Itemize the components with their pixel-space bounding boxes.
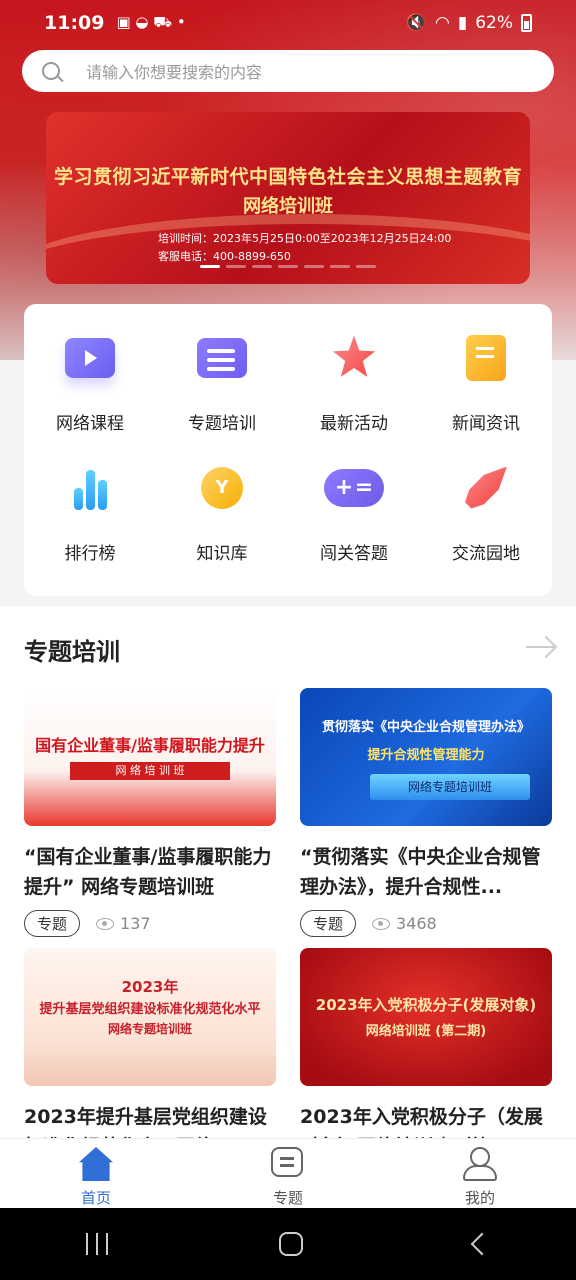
view-count: 3468 (372, 914, 437, 933)
topic-tag: 专题 (24, 910, 81, 937)
lightbulb-icon (201, 466, 243, 509)
mute-icon: 🔇 (405, 13, 427, 33)
back-icon[interactable] (470, 1232, 494, 1256)
course-card[interactable]: 2023年入党积极分子(发展对象) 网络培训班 (第二期) 2023年入党积极分… (300, 948, 552, 1162)
pagination-dot[interactable] (356, 265, 376, 268)
bottom-tab-bar: 首页 专题 我的 (0, 1138, 576, 1208)
star-icon (332, 335, 376, 377)
menu-online-course[interactable]: 网络课程 (24, 304, 156, 434)
menu-community[interactable]: 交流园地 (420, 434, 552, 564)
tab-topic[interactable]: 专题 (192, 1139, 384, 1208)
battery-icon (521, 14, 532, 32)
signal-icon: ▮ (457, 13, 468, 33)
pagination-dot[interactable] (252, 265, 272, 268)
banner-time: 培训时间：2023年5月25日0:00至2023年12月25日24:00 (158, 232, 452, 245)
pagination-dot[interactable] (200, 265, 220, 268)
recent-apps-icon[interactable] (85, 1233, 108, 1255)
menu-knowledge-base[interactable]: 知识库 (156, 434, 288, 564)
menu-label: 新闻资讯 (452, 414, 520, 434)
notification-icons: ▣ ◒ ⛟ • (116, 13, 186, 31)
status-bar: 11:09 ▣ ◒ ⛟ • 🔇 ◠ ▮ 62% (0, 0, 576, 46)
tab-label: 我的 (464, 1189, 495, 1207)
menu-news[interactable]: 新闻资讯 (420, 304, 552, 434)
course-card[interactable]: 贯彻落实《中央企业合规管理办法》 提升合规性管理能力 网络专题培训班 “贯彻落实… (300, 688, 552, 937)
course-thumbnail: 2023年 提升基层党组织建设标准化规范化水平 网络专题培训班 (24, 948, 276, 1086)
menu-topic-training[interactable]: 专题培训 (156, 304, 288, 434)
view-count: 137 (96, 914, 151, 933)
thumb-title: 国有企业董事/监事履职能力提升 (35, 736, 265, 755)
view-count-value: 3468 (396, 914, 437, 933)
banner-pagination[interactable] (200, 265, 376, 268)
thumb-band: 网 络 培 训 班 (70, 762, 230, 780)
course-title: “贯彻落实《中央企业合规管理办法》，提升合规性... (300, 846, 541, 898)
banner-subtitle: 网络培训班 (243, 196, 333, 217)
section-more-arrow-icon[interactable] (526, 634, 556, 660)
course-thumbnail: 国有企业董事/监事履职能力提升 网 络 培 训 班 (24, 688, 276, 826)
topic-icon (271, 1147, 303, 1177)
thumb-band: 网络专题培训班 (107, 1022, 192, 1036)
pagination-dot[interactable] (304, 265, 324, 268)
tab-label: 首页 (80, 1189, 111, 1207)
gamepad-icon: + = (324, 468, 384, 507)
course-title: “国有企业董事/监事履职能力提升” 网络专题培训班 (24, 846, 272, 898)
search-placeholder: 请输入你想要搜索的内容 (86, 63, 263, 82)
menu-label: 网络课程 (56, 414, 124, 434)
pagination-dot[interactable] (226, 265, 246, 268)
eye-icon (372, 917, 391, 930)
video-course-icon (65, 337, 115, 378)
menu-label: 交流园地 (452, 544, 520, 564)
status-right: 🔇 ◠ ▮ 62% (406, 13, 532, 33)
section-title: 专题培训 (24, 638, 120, 666)
menu-label: 闯关答题 (320, 544, 388, 564)
thumb-title: 提升基层党组织建设标准化规范化水平 (39, 1002, 261, 1017)
thumb-year: 2023年 (121, 978, 179, 996)
search-icon (42, 62, 60, 80)
course-card[interactable]: 国有企业董事/监事履职能力提升 网 络 培 训 班 “国有企业董事/监事履职能力… (24, 688, 276, 937)
menu-quiz[interactable]: + = 闯关答题 (288, 434, 420, 564)
quick-menu: 网络课程 专题培训 最新活动 新闻资讯 排行榜 知识库 += 闯关答题 交流园地 (24, 304, 552, 596)
home-button-icon[interactable] (278, 1232, 303, 1256)
menu-label: 知识库 (196, 544, 248, 564)
course-thumbnail: 贯彻落实《中央企业合规管理办法》 提升合规性管理能力 网络专题培训班 (300, 688, 552, 826)
news-icon (466, 334, 506, 381)
menu-label: 最新活动 (320, 414, 388, 434)
status-time: 11:09 (44, 12, 105, 34)
menu-label: 排行榜 (64, 544, 116, 564)
tab-profile[interactable]: 我的 (384, 1139, 576, 1208)
system-navigation-bar (0, 1208, 576, 1280)
banner-title: 学习贯彻习近平新时代中国特色社会主义思想主题教育 (53, 166, 522, 188)
thumb-title: 贯彻落实《中央企业合规管理办法》 (321, 720, 530, 735)
view-count-value: 137 (120, 914, 151, 933)
tab-label: 专题 (272, 1189, 303, 1207)
banner-phone: 客服电话：400-8899-650 (158, 250, 291, 263)
course-card[interactable]: 2023年 提升基层党组织建设标准化规范化水平 网络专题培训班 2023年提升基… (24, 948, 276, 1162)
thumb-band: 网络培训班 (第二期) (365, 1024, 487, 1039)
pagination-dot[interactable] (278, 265, 298, 268)
pagination-dot[interactable] (330, 265, 350, 268)
battery-percent: 62% (475, 13, 513, 33)
menu-label: 专题培训 (188, 414, 256, 434)
wifi-icon: ◠ (435, 13, 450, 33)
course-thumbnail: 2023年入党积极分子(发展对象) 网络培训班 (第二期) (300, 948, 552, 1086)
promo-banner[interactable]: 学习贯彻习近平新时代中国特色社会主义思想主题教育 网络培训班 培训时间：2023… (46, 112, 530, 284)
search-bar[interactable]: 请输入你想要搜索的内容 (22, 50, 554, 92)
menu-ranking[interactable]: 排行榜 (24, 434, 156, 564)
thumb-subtitle: 提升合规性管理能力 (367, 748, 485, 763)
ranking-bars-icon (68, 466, 112, 510)
home-icon (79, 1147, 113, 1181)
menu-latest-activity[interactable]: 最新活动 (288, 304, 420, 434)
tab-home[interactable]: 首页 (0, 1139, 192, 1208)
rocket-icon (465, 466, 507, 509)
thumb-band: 网络专题培训班 (370, 774, 530, 800)
topic-tag: 专题 (300, 910, 357, 937)
topic-list-icon (197, 337, 247, 378)
thumb-title: 2023年入党积极分子(发展对象) (315, 996, 537, 1014)
eye-icon (96, 917, 115, 930)
profile-icon (463, 1147, 497, 1181)
